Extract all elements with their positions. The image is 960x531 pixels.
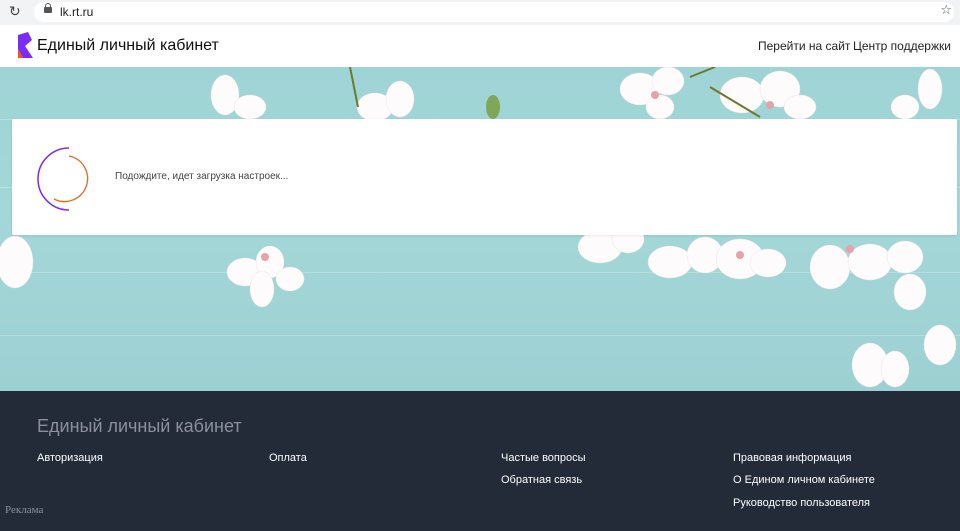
site-header: Единый личный кабинет Перейти на сайт Це… <box>0 25 960 68</box>
loading-spinner-icon <box>37 147 89 211</box>
address-bar[interactable]: lk.rt.ru ☆ <box>34 2 954 22</box>
ad-label: Реклама <box>5 504 44 516</box>
footer-link-payment[interactable]: Оплата <box>269 452 307 464</box>
url-text[interactable]: lk.rt.ru <box>60 5 93 19</box>
reload-icon[interactable]: ↻ <box>9 4 21 20</box>
footer-link-user-guide[interactable]: Руководство пользователя <box>733 497 870 509</box>
lock-icon <box>44 3 52 13</box>
footer-link-faq[interactable]: Частые вопросы <box>501 452 586 464</box>
footer-link-feedback[interactable]: Обратная связь <box>501 474 582 486</box>
footer-link-about[interactable]: О Едином личном кабинете <box>733 474 875 486</box>
footer-link-authorization[interactable]: Авторизация <box>37 452 103 464</box>
go-to-site-link[interactable]: Перейти на сайт <box>758 39 850 53</box>
bookmark-star-icon[interactable]: ☆ <box>940 3 952 18</box>
browser-toolbar: ↻ lk.rt.ru ☆ <box>0 0 960 25</box>
site-footer: Единый личный кабинет Авторизация Оплата… <box>0 391 960 531</box>
loading-message: Подождите, идет загрузка настроек... <box>115 171 289 182</box>
support-center-link[interactable]: Центр поддержки <box>853 39 951 53</box>
footer-title: Единый личный кабинет <box>37 416 242 436</box>
brand-title[interactable]: Единый личный кабинет <box>37 37 219 55</box>
loading-card: Подождите, идет загрузка настроек... <box>12 119 957 235</box>
footer-link-legal[interactable]: Правовая информация <box>733 452 851 464</box>
rostelecom-logo-icon[interactable] <box>15 32 35 60</box>
